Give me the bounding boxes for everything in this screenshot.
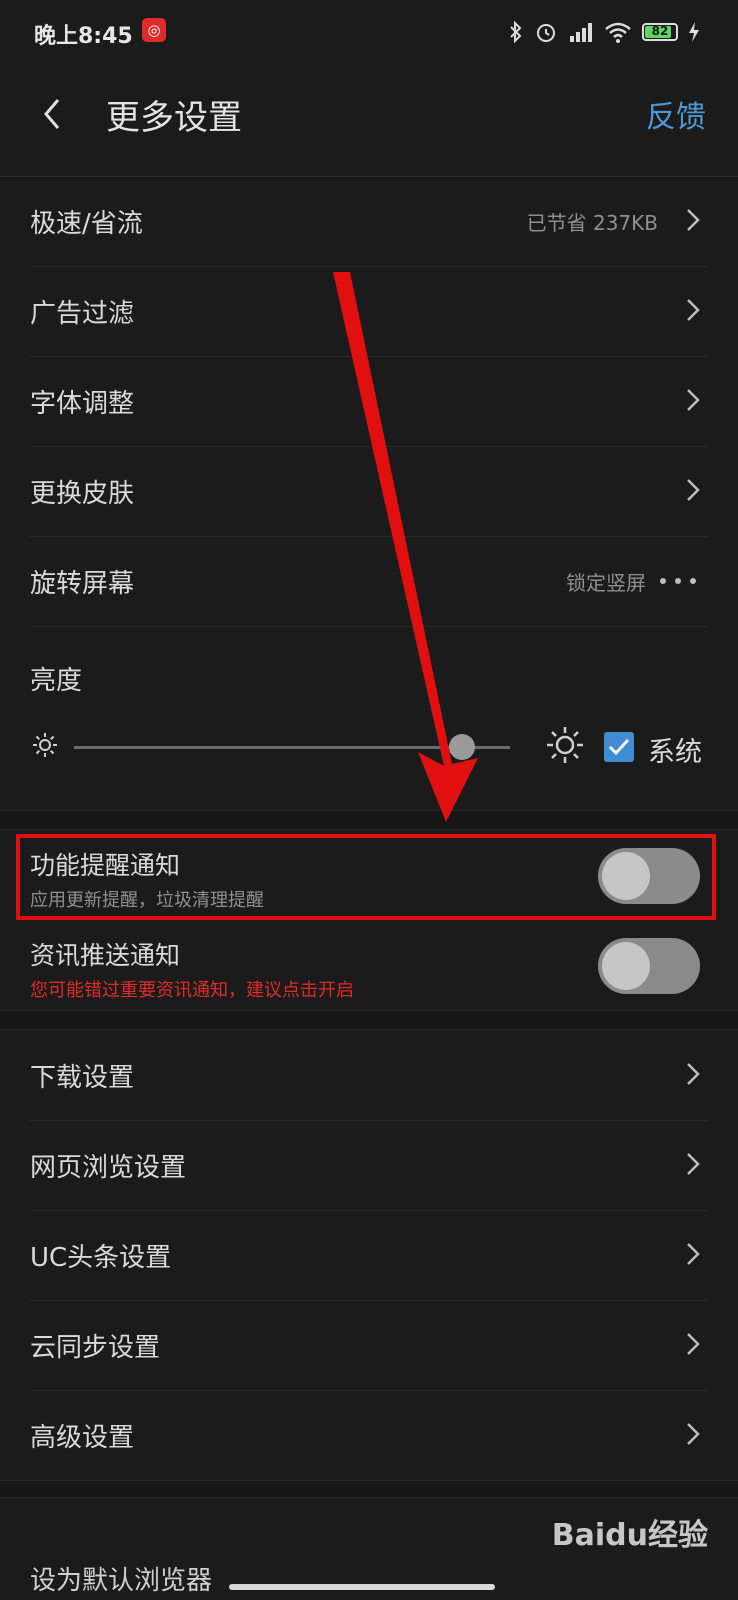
notification-news-push: 资讯推送通知 您可能错过重要资讯通知，建议点击开启 [30, 920, 708, 1010]
settings-item-web-browsing[interactable]: 网页浏览设置 [30, 1120, 708, 1211]
settings-item-label: 网页浏览设置 [30, 1153, 187, 1183]
settings-item-label: 旋转屏幕 [30, 569, 135, 599]
settings-item-advanced[interactable]: 高级设置 [30, 1390, 708, 1481]
wifi-icon [605, 22, 631, 43]
rotation-value: 锁定竖屏 [566, 571, 646, 595]
battery-level: 82 [651, 24, 669, 38]
brightness-slider[interactable] [74, 734, 510, 760]
chevron-right-icon [687, 1153, 700, 1175]
settings-item-label: 广告过滤 [30, 299, 135, 329]
settings-item-download[interactable]: 下载设置 [30, 1030, 708, 1121]
chevron-right-icon [687, 1243, 700, 1265]
status-bar: 晚上8:45 ◎ 82 [0, 0, 738, 66]
settings-item-default-browser[interactable]: 设为默认浏览器 [30, 1560, 212, 1597]
brightness-label: 亮度 [30, 666, 83, 696]
settings-item-skin[interactable]: 更换皮肤 [30, 446, 708, 537]
section-divider [0, 810, 738, 830]
settings-item-cloud-sync[interactable]: 云同步设置 [30, 1300, 708, 1391]
notification-warning: 您可能错过重要资讯通知，建议点击开启 [30, 980, 354, 1001]
status-time: 晚上8:45 [34, 24, 133, 49]
settings-item-ad-filter[interactable]: 广告过滤 [30, 266, 708, 357]
settings-item-rotate-screen[interactable]: 旋转屏幕 锁定竖屏 [30, 536, 708, 627]
settings-item-label: UC头条设置 [30, 1243, 172, 1273]
charging-icon [689, 22, 699, 42]
baidu-watermark: Baidu经验 [551, 1518, 708, 1553]
netease-music-icon: ◎ [142, 18, 166, 42]
system-brightness-checkbox[interactable] [604, 732, 634, 762]
back-arrow-icon[interactable] [38, 94, 68, 134]
checkmark-icon [608, 738, 630, 756]
alarm-icon [537, 24, 555, 42]
settings-item-font-size[interactable]: 字体调整 [30, 356, 708, 447]
more-dots-icon [660, 578, 696, 584]
chevron-right-icon [687, 209, 700, 231]
settings-item-uc-headlines[interactable]: UC头条设置 [30, 1210, 708, 1301]
section-divider [0, 1010, 738, 1030]
status-icons: 82 [508, 18, 700, 46]
brightness-slider-thumb[interactable] [449, 734, 476, 760]
news-push-toggle[interactable] [598, 938, 700, 994]
chevron-right-icon [687, 299, 700, 321]
brightness-section: 亮度 系统 [30, 628, 708, 808]
bluetooth-icon [510, 20, 522, 44]
battery-icon: 82 [642, 23, 678, 41]
chevron-right-icon [687, 1333, 700, 1355]
notification-label: 资讯推送通知 [30, 941, 181, 970]
section-divider [0, 1480, 738, 1498]
feedback-button[interactable]: 反馈 [646, 92, 706, 136]
settings-item-label: 下载设置 [30, 1063, 135, 1093]
home-indicator[interactable] [229, 1584, 495, 1590]
settings-item-label: 高级设置 [30, 1423, 135, 1453]
brightness-high-icon [547, 727, 583, 763]
top-bar: 更多设置 反馈 [0, 66, 738, 177]
settings-item-label: 更换皮肤 [30, 479, 135, 509]
signal-icon [570, 23, 592, 42]
highlight-annotation-box [16, 834, 716, 920]
data-saved-value: 已节省 237KB [526, 211, 658, 235]
chevron-right-icon [687, 479, 700, 501]
page-title: 更多设置 [106, 98, 242, 138]
settings-item-label: 极速/省流 [30, 209, 143, 239]
brightness-low-icon [33, 733, 57, 757]
settings-item-speed-mode[interactable]: 极速/省流 已节省 237KB [30, 176, 708, 267]
chevron-right-icon [687, 389, 700, 411]
chevron-right-icon [687, 1063, 700, 1085]
settings-item-label: 字体调整 [30, 389, 135, 419]
chevron-right-icon [687, 1423, 700, 1445]
settings-item-label: 云同步设置 [30, 1333, 161, 1363]
system-brightness-label: 系统 [648, 737, 702, 768]
